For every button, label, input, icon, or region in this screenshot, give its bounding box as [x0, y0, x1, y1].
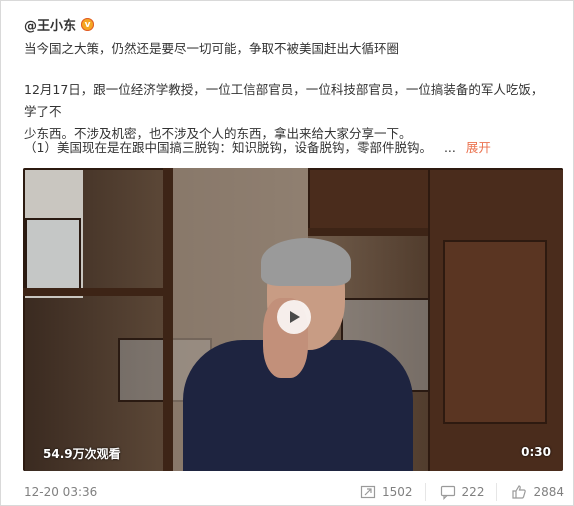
like-button[interactable]: 2884 — [496, 483, 564, 501]
author-name[interactable]: @王小东 — [24, 15, 76, 34]
comment-count: 222 — [461, 485, 485, 499]
repost-button[interactable]: 1502 — [346, 483, 413, 501]
item-1-text: （1）美国现在是在跟中国搞三脱钩：知识脱钩，设备脱钩，零部件脱钩。 — [24, 140, 432, 155]
play-button[interactable] — [277, 300, 311, 334]
weibo-post-card: @王小东 v 当今国之大策，仍然还是要尽一切可能，争取不被美国赶出大循环圈 12… — [0, 0, 574, 506]
thumbs-up-icon — [512, 485, 527, 499]
expand-link[interactable]: 展开 — [466, 140, 491, 155]
post-item-1: （1）美国现在是在跟中国搞三脱钩：知识脱钩，设备脱钩，零部件脱钩。 ... 展开 — [24, 137, 554, 159]
comment-button[interactable]: 222 — [424, 483, 485, 501]
person-hair — [261, 238, 351, 286]
video-duration: 0:30 — [521, 445, 551, 459]
post-paragraph: 12月17日，跟一位经济学教授，一位工信部官员，一位科技部官员，一位搞装备的军人… — [24, 79, 554, 145]
comment-icon — [440, 485, 455, 500]
post-actions: 1502 222 2884 — [334, 483, 564, 501]
verified-badge-icon: v — [81, 18, 95, 31]
post-author[interactable]: @王小东 v — [24, 15, 95, 34]
repost-icon — [360, 485, 376, 499]
post-timestamp[interactable]: 12-20 03:36 — [24, 485, 97, 499]
post-paragraph-line1: 12月17日，跟一位经济学教授，一位工信部官员，一位科技部官员，一位搞装备的军人… — [24, 82, 544, 119]
post-headline: 当今国之大策，仍然还是要尽一切可能，争取不被美国赶出大循环圈 — [24, 41, 400, 56]
play-icon — [290, 311, 300, 323]
repost-count: 1502 — [382, 485, 413, 499]
video-player[interactable]: 54.9万次观看 0:30 — [23, 168, 563, 471]
video-view-count: 54.9万次观看 — [43, 447, 121, 461]
ellipsis: ... — [443, 140, 456, 155]
like-count: 2884 — [533, 485, 564, 499]
